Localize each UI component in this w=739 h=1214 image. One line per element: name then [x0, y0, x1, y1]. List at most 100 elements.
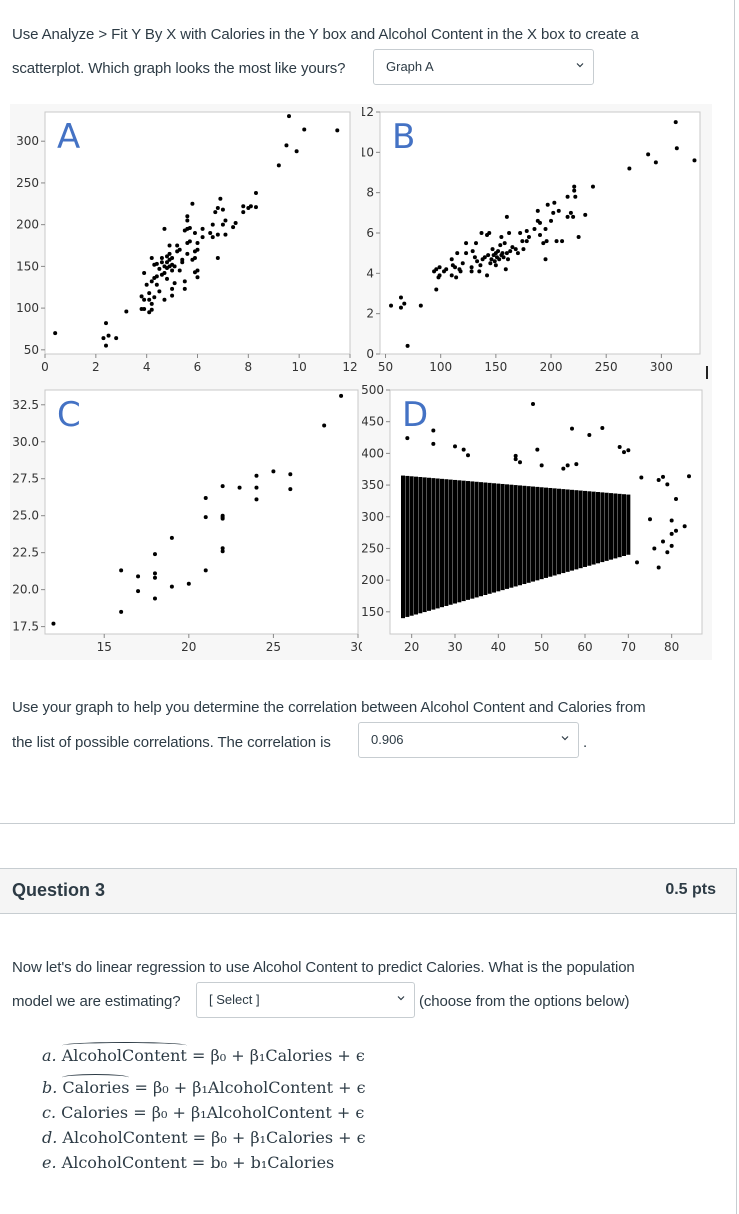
data-point — [554, 239, 559, 244]
data-point — [513, 457, 518, 462]
data-point — [220, 207, 225, 212]
data-point — [294, 149, 299, 154]
dense-point-column — [505, 484, 509, 589]
data-point — [139, 294, 144, 299]
data-point — [195, 275, 200, 280]
data-point — [136, 574, 141, 579]
dense-point-column — [578, 490, 583, 569]
data-point — [170, 256, 175, 261]
data-point — [470, 249, 475, 254]
data-point — [674, 146, 679, 151]
data-point — [253, 190, 258, 195]
data-point — [600, 426, 605, 431]
data-point — [504, 251, 509, 256]
x-tick-label: 50 — [534, 640, 549, 654]
dense-point-column — [461, 480, 466, 602]
data-point — [665, 482, 670, 487]
data-point — [223, 218, 228, 223]
x-tick-label: 20 — [404, 640, 419, 654]
data-point — [482, 255, 487, 260]
dense-point-column — [435, 478, 440, 609]
data-point — [583, 212, 588, 217]
dense-point-column — [470, 481, 475, 599]
data-point — [565, 194, 570, 199]
dense-point-column — [613, 493, 618, 559]
graph-select-dropdown[interactable]: Graph A — [373, 49, 594, 85]
dense-point-column — [557, 488, 561, 575]
dense-point-column — [609, 493, 613, 560]
data-point — [162, 297, 167, 302]
option-e-lhs: AlcoholContent — [61, 1153, 187, 1172]
correlation-select-dropdown[interactable]: 0.906 — [358, 722, 579, 758]
data-point — [674, 528, 678, 533]
plot-frame — [44, 111, 351, 355]
dense-point-column — [626, 494, 631, 555]
data-point — [661, 539, 665, 544]
data-point — [500, 251, 505, 256]
data-point — [479, 231, 484, 235]
scatterplot-d-svg: 150 200 250 300 350 400 450 500 20 30 40 50 60 70 80 D — [362, 382, 712, 660]
x-tick-label: 70 — [621, 640, 636, 654]
data-point — [398, 295, 403, 300]
data-point — [539, 463, 544, 468]
dense-point-column — [414, 476, 418, 615]
data-point — [187, 239, 192, 244]
data-point — [398, 305, 403, 310]
data-point — [287, 114, 291, 119]
data-point — [101, 336, 106, 341]
data-point — [253, 205, 258, 210]
data-point — [635, 560, 639, 565]
dense-point-column — [583, 490, 587, 567]
data-point — [469, 265, 474, 270]
data-point — [335, 128, 340, 133]
data-point — [538, 220, 542, 225]
data-point — [538, 233, 542, 238]
data-point — [556, 208, 561, 213]
data-point — [162, 271, 167, 276]
data-point — [478, 263, 483, 268]
data-point — [152, 571, 157, 576]
data-point — [149, 301, 154, 306]
data-point — [147, 297, 152, 302]
graph-question-line-1: Use Analyze > Fit Y By X with Calories i… — [12, 26, 639, 43]
data-point — [195, 241, 200, 246]
chevron-down-icon — [561, 736, 569, 741]
data-point — [106, 333, 111, 338]
data-point — [488, 261, 493, 266]
scatterplot-b: 0 2 4 6 8 10 12 50 100 150 200 250 300 B — [362, 104, 712, 382]
data-point — [493, 263, 498, 268]
dense-point-column — [548, 487, 553, 577]
data-point — [187, 225, 192, 230]
data-point — [521, 247, 526, 252]
data-point — [104, 343, 108, 348]
data-point — [142, 297, 147, 302]
data-point — [162, 226, 167, 231]
y-tick-label: 32.5 — [12, 398, 39, 412]
dense-point-column — [401, 475, 405, 619]
data-point — [627, 166, 632, 171]
data-point — [665, 550, 670, 555]
option-c-letter: c. — [42, 1103, 57, 1122]
chart-letter-label: A — [57, 117, 80, 157]
data-point — [210, 222, 215, 227]
dense-point-column — [622, 494, 626, 556]
model-select-dropdown[interactable]: [ Select ] — [196, 982, 415, 1018]
data-point — [656, 477, 661, 482]
data-point — [656, 565, 661, 570]
data-point — [573, 194, 578, 199]
x-tick-label: 2 — [92, 360, 100, 374]
data-point — [535, 447, 540, 452]
dense-point-column — [453, 479, 457, 604]
y-tick-label: 10 — [362, 145, 374, 159]
data-point — [200, 235, 205, 240]
data-point — [687, 474, 691, 479]
data-point — [175, 243, 180, 248]
dense-point-column — [418, 477, 423, 614]
option-a: a. AlcoholContent = β₀ + β₁Calories + ϵ — [42, 1042, 365, 1065]
data-point — [431, 441, 436, 446]
y-tick-label: 150 — [362, 605, 384, 619]
data-point — [626, 448, 631, 453]
scatterplot-b-svg: 0 2 4 6 8 10 12 50 100 150 200 250 300 B — [362, 104, 712, 382]
y-tick-label: 300 — [362, 510, 384, 524]
data-point — [195, 247, 200, 252]
